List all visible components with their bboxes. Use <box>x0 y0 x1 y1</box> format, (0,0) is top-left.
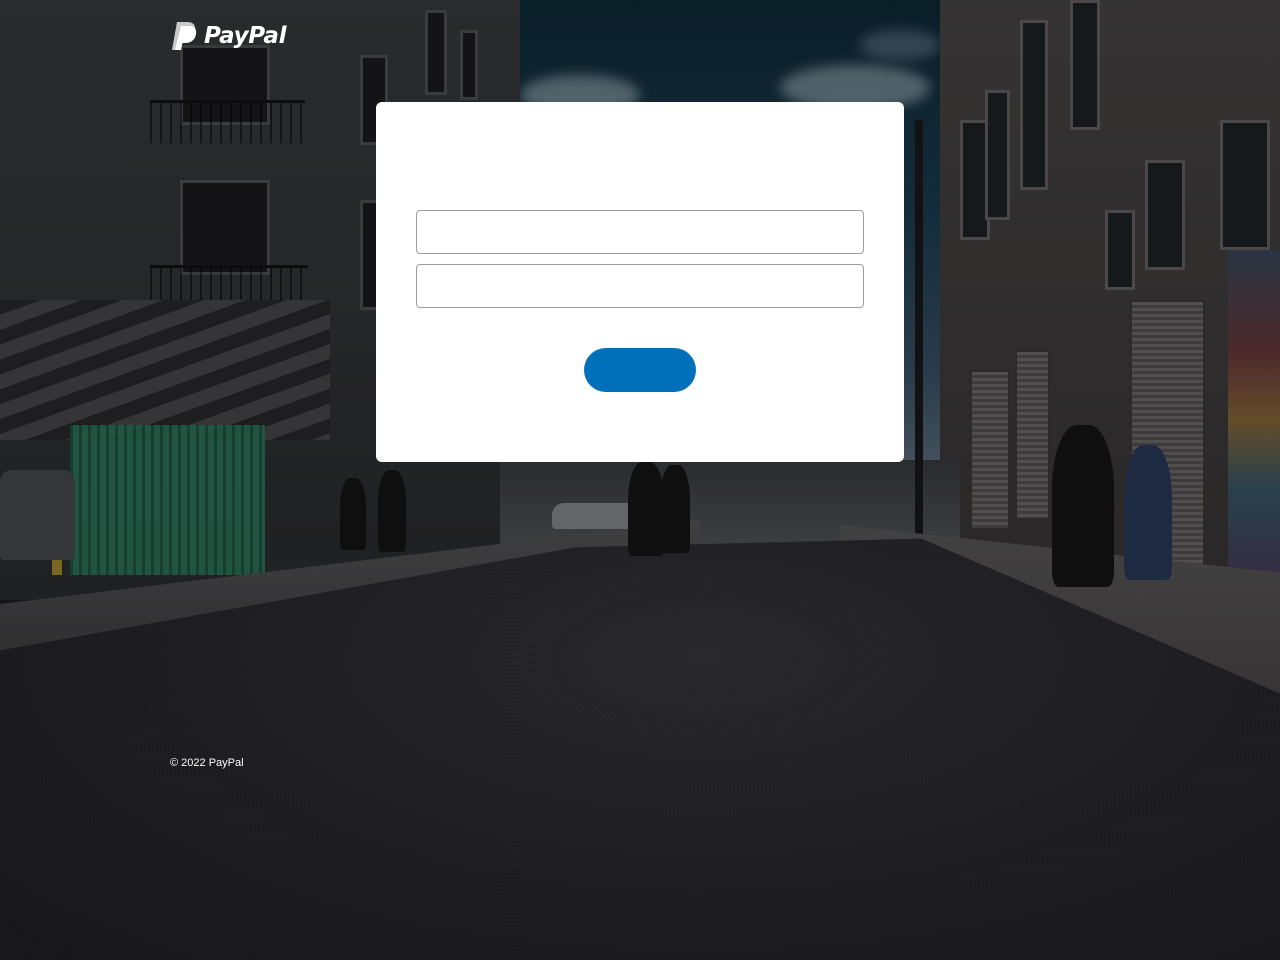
paypal-p-icon <box>172 22 197 50</box>
logo-wordmark: PayPal <box>204 23 287 49</box>
paypal-logo[interactable]: PayPal <box>170 20 286 52</box>
password-field[interactable] <box>416 264 864 308</box>
copyright-text: © 2022 PayPal <box>170 757 244 769</box>
email-field[interactable] <box>416 210 864 254</box>
login-card <box>376 102 904 462</box>
login-button[interactable] <box>584 348 696 392</box>
